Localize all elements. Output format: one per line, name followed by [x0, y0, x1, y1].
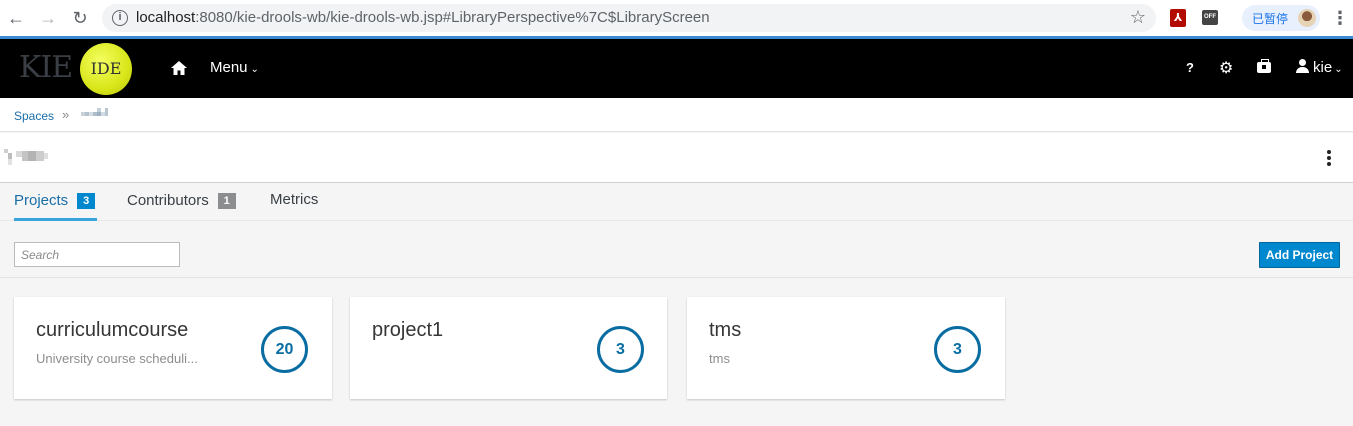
- breadcrumb: Spaces »: [0, 98, 1353, 132]
- project-asset-count: 20: [261, 326, 308, 373]
- project-description: tms: [709, 351, 730, 366]
- tab-metrics-label: Metrics: [270, 191, 319, 208]
- breadcrumb-spaces-link[interactable]: Spaces: [14, 109, 54, 123]
- projects-toolbar: Add Project: [0, 222, 1353, 278]
- ide-logo-text: IDE: [90, 59, 122, 78]
- url-host: localhost: [136, 9, 196, 26]
- reload-icon[interactable]: ↻: [70, 8, 90, 28]
- pdf-extension-icon[interactable]: ⅄: [1170, 9, 1186, 27]
- site-info-icon[interactable]: i: [112, 10, 128, 26]
- kie-logo-text: KIE: [19, 50, 73, 85]
- tab-contributors-count-badge: 1: [217, 193, 236, 209]
- library-tabs: Projects 3 Contributors 1 Metrics: [0, 183, 1353, 221]
- chevron-down-icon: ⌄: [1334, 64, 1343, 75]
- forward-arrow-icon[interactable]: →: [38, 8, 58, 28]
- project-card[interactable]: tms tms 3: [687, 297, 1005, 399]
- project-card[interactable]: project1 3: [350, 297, 667, 399]
- profile-avatar: [1298, 9, 1316, 27]
- breadcrumb-current-space-pixelated[interactable]: [81, 108, 109, 120]
- ide-logo-ball[interactable]: IDE: [80, 43, 132, 95]
- user-menu-dropdown[interactable]: kie ⌄: [1296, 59, 1343, 79]
- tab-contributors[interactable]: Contributors 1: [127, 192, 236, 209]
- home-icon[interactable]: [170, 59, 188, 77]
- user-name: kie: [1313, 59, 1333, 76]
- user-icon: [1296, 59, 1309, 73]
- breadcrumb-separator: »: [62, 107, 70, 122]
- chevron-down-icon: ⌄: [250, 64, 259, 75]
- help-icon[interactable]: ?: [1186, 60, 1194, 75]
- url-path: :8080/kie-drools-wb/kie-drools-wb.jsp#Li…: [195, 9, 710, 26]
- project-description: University course scheduli...: [36, 351, 198, 366]
- search-input[interactable]: [14, 242, 180, 267]
- gear-icon[interactable]: ⚙: [1219, 58, 1233, 78]
- browser-menu-icon[interactable]: ⋮: [1331, 8, 1349, 28]
- project-card[interactable]: curriculumcourse University course sched…: [14, 297, 332, 399]
- bookmark-star-icon[interactable]: ☆: [1130, 7, 1146, 28]
- app-header: KIE IDE Menu ⌄ ? ⚙ kie ⌄: [0, 39, 1353, 98]
- back-arrow-icon[interactable]: ←: [6, 8, 26, 28]
- project-asset-count: 3: [597, 326, 644, 373]
- add-project-button[interactable]: Add Project: [1259, 242, 1340, 268]
- browser-toolbar: ← → ↻ i localhost:8080/kie-drools-wb/kie…: [0, 0, 1353, 36]
- project-name[interactable]: project1: [372, 319, 443, 342]
- profile-paused-chip[interactable]: 已暂停: [1242, 5, 1320, 31]
- space-title-bar: [0, 133, 1353, 183]
- menu-label: Menu: [210, 59, 248, 76]
- url-text[interactable]: localhost:8080/kie-drools-wb/kie-drools-…: [136, 9, 710, 26]
- off-extension-icon[interactable]: OFF: [1202, 10, 1218, 25]
- tab-metrics[interactable]: Metrics: [270, 191, 318, 208]
- address-bar[interactable]: i localhost:8080/kie-drools-wb/kie-drool…: [102, 4, 1156, 32]
- project-name[interactable]: curriculumcourse: [36, 319, 188, 342]
- project-name[interactable]: tms: [709, 319, 741, 342]
- tab-contributors-label: Contributors: [127, 192, 209, 209]
- tab-projects-count-badge: 3: [77, 193, 96, 209]
- profile-status-label: 已暂停: [1252, 12, 1289, 26]
- main-menu-dropdown[interactable]: Menu ⌄: [210, 59, 259, 79]
- project-asset-count: 3: [934, 326, 981, 373]
- space-options-kebab-icon[interactable]: [1326, 150, 1332, 166]
- tab-projects-label: Projects: [14, 192, 69, 209]
- space-title-pixelated: [4, 149, 48, 165]
- tab-projects[interactable]: Projects 3: [14, 192, 96, 209]
- briefcase-icon[interactable]: [1257, 59, 1271, 73]
- active-tab-indicator: [14, 218, 97, 221]
